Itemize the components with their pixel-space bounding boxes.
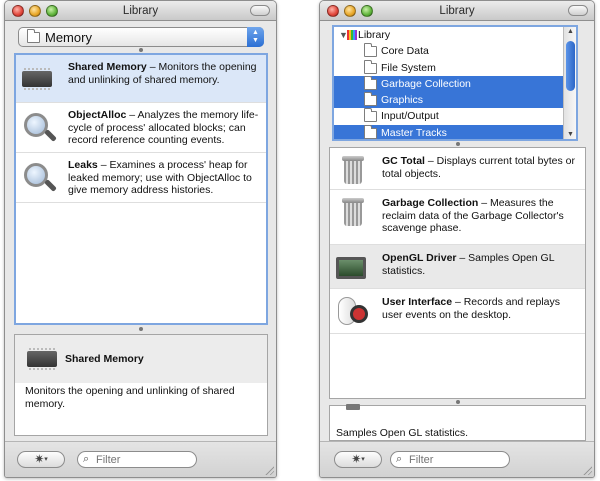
group-outline-view[interactable]: ▼ Library Core Data File System Garbage … xyxy=(332,25,578,141)
toolbar-toggle-button[interactable] xyxy=(250,5,270,16)
trash-can-icon xyxy=(336,198,370,232)
folder-icon xyxy=(364,75,377,90)
window-controls xyxy=(12,5,58,17)
magnifier-icon xyxy=(22,161,57,195)
tree-row-label: Master Tracks xyxy=(381,126,447,139)
close-button[interactable] xyxy=(327,5,339,17)
title-bar[interactable]: Library xyxy=(320,1,594,21)
monitor-icon xyxy=(336,253,370,287)
splitter-handle[interactable] xyxy=(456,142,460,146)
popup-arrows-icon: ▲ ▼ xyxy=(247,27,264,47)
action-menu-button[interactable]: ✷▾ xyxy=(334,451,382,468)
monitor-icon xyxy=(346,404,360,410)
detail-description: Monitors the opening and unlinking of sh… xyxy=(25,385,235,410)
tree-row-label: Library xyxy=(358,29,391,41)
tree-row-label: Input/Output xyxy=(381,110,439,123)
bottom-bar: ✷▾ ⌕ xyxy=(5,441,276,477)
tree-row-label: Core Data xyxy=(381,45,429,58)
splitter-handle[interactable] xyxy=(456,400,460,404)
detail-pane: Samples Open GL statistics. xyxy=(329,404,586,441)
window-title: Library xyxy=(122,5,159,17)
list-item[interactable]: OpenGL Driver – Samples Open GL statisti… xyxy=(330,245,585,289)
filter-input[interactable] xyxy=(96,453,191,466)
folder-icon xyxy=(364,43,377,58)
list-item[interactable]: Garbage Collection – Measures the reclai… xyxy=(330,190,585,245)
memory-chip-icon xyxy=(22,63,56,97)
window-title: Library xyxy=(439,5,475,17)
folder-icon xyxy=(364,59,377,74)
splitter-handle[interactable] xyxy=(139,48,143,52)
folder-icon xyxy=(364,124,377,139)
splitter-handle[interactable] xyxy=(139,327,143,331)
zoom-button[interactable] xyxy=(46,5,58,17)
instrument-name: GC Total xyxy=(382,155,425,167)
window-controls xyxy=(327,5,373,17)
instrument-name: User Interface xyxy=(382,296,453,308)
group-popup-button[interactable]: Memory ▲ ▼ xyxy=(18,27,264,47)
instrument-name: Garbage Collection xyxy=(382,197,479,209)
bottom-bar: ✷▾ ⌕ xyxy=(320,441,594,477)
trash-can-icon xyxy=(336,156,370,190)
library-icon xyxy=(347,30,357,40)
tree-row-library[interactable]: ▼ Library xyxy=(334,27,576,43)
tree-row-label: Graphics xyxy=(381,94,424,107)
filter-field[interactable]: ⌕ xyxy=(390,451,510,468)
minimize-button[interactable] xyxy=(29,5,41,17)
scroll-down-arrow-icon[interactable]: ▼ xyxy=(564,131,576,138)
folder-icon xyxy=(364,108,377,123)
close-button[interactable] xyxy=(12,5,24,17)
outline-scrollbar[interactable]: ▲ ▼ xyxy=(563,27,576,139)
instrument-list[interactable]: Shared Memory – Monitors the opening and… xyxy=(14,53,268,325)
list-item[interactable]: ObjectAlloc – Analyzes the memory life-c… xyxy=(16,103,266,153)
library-window-right: Library ▼ Library Core Data File System … xyxy=(319,0,595,478)
tree-row[interactable]: Input/Output xyxy=(334,108,576,124)
search-icon: ⌕ xyxy=(83,453,90,465)
gear-icon: ✷ xyxy=(351,452,362,466)
tree-row[interactable]: Master Tracks xyxy=(334,124,576,139)
chevron-down-icon: ▾ xyxy=(44,456,48,463)
tree-row[interactable]: Garbage Collection xyxy=(334,75,576,93)
memory-chip-icon xyxy=(27,343,57,370)
resize-grip-icon[interactable] xyxy=(582,465,592,475)
detail-header: Shared Memory xyxy=(15,335,267,383)
search-icon: ⌕ xyxy=(396,453,403,465)
detail-pane: Shared Memory Monitors the opening and u… xyxy=(14,334,268,436)
folder-icon xyxy=(364,92,377,107)
library-window-left: Library Memory ▲ ▼ Shared Memory – Monito… xyxy=(4,0,277,478)
instrument-name: ObjectAlloc xyxy=(68,109,127,121)
list-item[interactable]: GC Total – Displays current total bytes … xyxy=(330,148,585,190)
toolbar-toggle-button[interactable] xyxy=(568,5,588,16)
instrument-name: Leaks xyxy=(68,159,98,171)
instrument-name: OpenGL Driver xyxy=(382,252,457,264)
detail-title: Shared Memory xyxy=(65,353,144,365)
instrument-list[interactable]: GC Total – Displays current total bytes … xyxy=(329,147,586,399)
scrollbar-thumb[interactable] xyxy=(566,41,575,91)
minimize-button[interactable] xyxy=(344,5,356,17)
tree-row-label: Garbage Collection xyxy=(381,77,471,90)
tree-row[interactable]: Core Data xyxy=(334,43,576,59)
zoom-button[interactable] xyxy=(361,5,373,17)
folder-icon xyxy=(27,29,40,43)
scroll-up-arrow-icon[interactable]: ▲ xyxy=(564,28,576,35)
popup-value: Memory xyxy=(45,30,92,45)
tree-row-label: File System xyxy=(381,61,436,74)
filter-input[interactable] xyxy=(409,453,504,466)
tree-row[interactable]: Graphics xyxy=(334,92,576,109)
gear-icon: ✷ xyxy=(34,452,45,466)
list-item[interactable]: Shared Memory – Monitors the opening and… xyxy=(16,55,266,103)
magnifier-icon xyxy=(22,111,57,145)
mouse-wheel-icon xyxy=(336,297,370,331)
instrument-name: Shared Memory xyxy=(68,61,147,73)
list-item[interactable]: User Interface – Records and replays use… xyxy=(330,289,585,334)
list-item[interactable]: Leaks – Examines a process' heap for lea… xyxy=(16,153,266,203)
filter-field[interactable]: ⌕ xyxy=(77,451,197,468)
detail-description: Samples Open GL statistics. xyxy=(336,427,469,439)
resize-grip-icon[interactable] xyxy=(264,465,274,475)
action-menu-button[interactable]: ✷▾ xyxy=(17,451,65,468)
title-bar[interactable]: Library xyxy=(5,1,276,21)
tree-row[interactable]: File System xyxy=(334,59,576,76)
chevron-down-icon: ▾ xyxy=(361,456,365,463)
